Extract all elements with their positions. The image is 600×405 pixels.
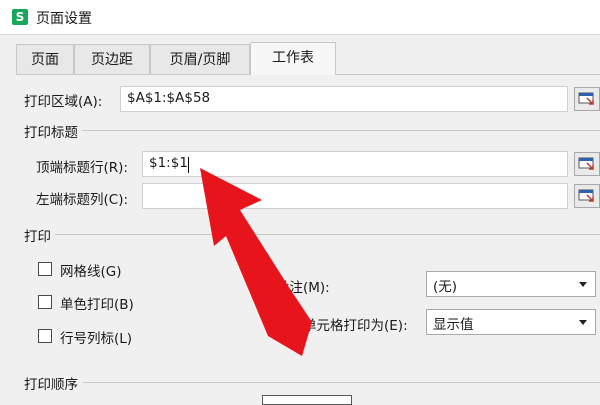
gridlines-checkbox[interactable] <box>38 262 52 276</box>
print-section: 打印 <box>24 225 55 245</box>
print-area-range-button[interactable] <box>574 87 600 111</box>
print-titles-section: 打印标题 <box>24 121 82 141</box>
app-icon: S <box>12 9 28 25</box>
top-rows-label: 顶端标题行(R): <box>36 160 128 176</box>
cell-errors-select[interactable]: 显示值 <box>426 309 596 335</box>
title-bar: S 页面设置 <box>0 0 600 35</box>
top-rows-input[interactable]: $1:$1 <box>142 151 568 177</box>
print-order-preview <box>262 395 352 405</box>
top-rows-range-button[interactable] <box>574 152 600 176</box>
range-select-icon <box>578 157 594 170</box>
range-select-icon <box>578 189 594 202</box>
cell-errors-select-value: 显示值 <box>433 317 474 333</box>
chevron-down-icon <box>579 320 587 325</box>
range-select-icon <box>578 92 594 105</box>
print-order-section: 打印顺序 <box>24 373 82 393</box>
black-white-checkbox[interactable] <box>38 295 52 309</box>
chevron-down-icon <box>579 282 587 287</box>
print-order-divider <box>24 382 600 383</box>
comments-label: 批注(M): <box>276 280 330 296</box>
print-area-label: 打印区域(A): <box>24 94 103 110</box>
tab-margins[interactable]: 页边距 <box>74 44 150 74</box>
cell-errors-label: 错误单元格打印为(E): <box>276 318 408 334</box>
print-divider <box>24 234 600 235</box>
dialog-title: 页面设置 <box>36 11 92 27</box>
text-cursor <box>188 157 189 173</box>
left-columns-label: 左端标题列(C): <box>36 192 129 208</box>
row-col-headings-label: 行号列标(L) <box>60 331 133 347</box>
tab-sheet[interactable]: 工作表 <box>250 42 336 75</box>
left-columns-range-button[interactable] <box>574 184 600 208</box>
black-white-label: 单色打印(B) <box>60 297 134 313</box>
row-col-headings-checkbox[interactable] <box>38 329 52 343</box>
tab-header-footer[interactable]: 页眉/页脚 <box>150 44 250 74</box>
gridlines-label: 网格线(G) <box>60 264 122 280</box>
print-titles-divider <box>24 130 600 131</box>
comments-select[interactable]: (无) <box>426 271 596 297</box>
print-area-input[interactable]: $A$1:$A$58 <box>120 86 568 112</box>
tab-page[interactable]: 页面 <box>16 44 74 74</box>
left-columns-input[interactable] <box>142 183 568 209</box>
comments-select-value: (无) <box>433 279 458 295</box>
